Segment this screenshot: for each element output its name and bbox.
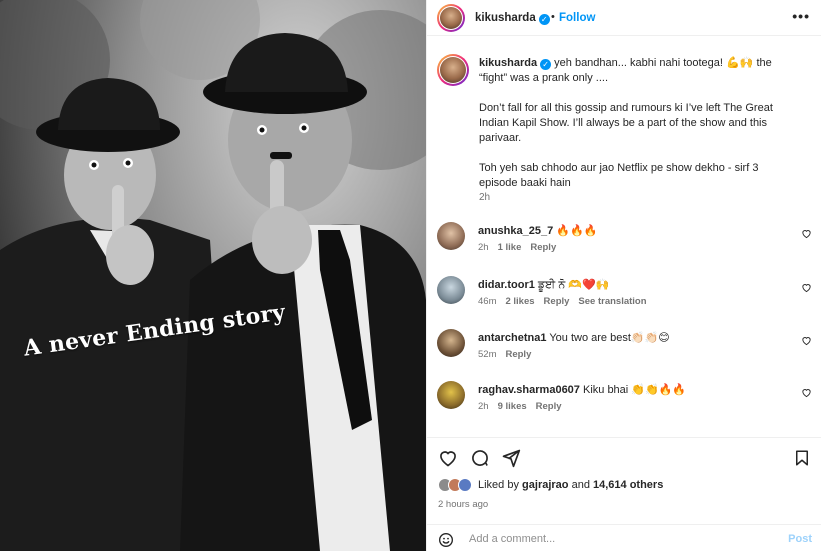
bookmark-icon[interactable]	[793, 448, 811, 468]
comment-item: antarchetna1 You two are best👏🏻👏🏻😊 52m Re…	[427, 329, 821, 373]
comment-text: antarchetna1 You two are best👏🏻👏🏻😊	[478, 332, 670, 344]
send-icon[interactable]	[501, 448, 521, 468]
comment-like-heart-icon[interactable]	[801, 228, 812, 239]
post-header: kikusharda ✓ • Follow •••	[427, 0, 821, 36]
comment-text: anushka_25_7 🔥🔥🔥	[478, 225, 598, 237]
author-username[interactable]: kikusharda ✓	[475, 12, 550, 25]
post-timestamp: 2 hours ago	[438, 499, 489, 510]
caption-author-avatar[interactable]	[437, 54, 469, 86]
liked-by-username[interactable]: gajrajrao	[522, 479, 568, 491]
comment-likes[interactable]: 1 like	[498, 242, 522, 253]
comment-time: 46m	[478, 296, 497, 307]
comment-item: anushka_25_7 🔥🔥🔥 2h 1 like Reply	[427, 222, 821, 266]
more-options-icon[interactable]: •••	[792, 8, 810, 24]
post-actions-bar	[427, 437, 821, 477]
comment-meta: 52m Reply	[478, 349, 540, 360]
comment-meta: 2h 9 likes Reply	[478, 401, 571, 412]
commenter-avatar[interactable]	[437, 381, 465, 409]
comment-time: 2h	[478, 401, 489, 412]
commenter-username[interactable]: anushka_25_7	[478, 225, 553, 237]
comment-like-heart-icon[interactable]	[801, 282, 812, 293]
verified-badge-icon: ✓	[540, 59, 552, 70]
comment-input[interactable]	[469, 529, 759, 549]
caption-line-2: Don’t fall for all this gossip and rumou…	[479, 102, 773, 144]
commenter-username[interactable]: antarchetna1	[478, 332, 546, 344]
likes-text[interactable]: Liked by gajrajrao and 14,614 others	[478, 479, 663, 491]
reply-button[interactable]: Reply	[530, 242, 556, 253]
likes-summary: Liked by gajrajrao and 14,614 others	[438, 478, 663, 492]
verified-badge-icon: ✓	[538, 14, 550, 25]
reply-button[interactable]: Reply	[544, 296, 570, 307]
comment-text: raghav.sharma0607 Kiku bhai 👏👏🔥🔥	[478, 384, 687, 396]
comment-meta: 2h 1 like Reply	[478, 242, 565, 253]
author-avatar[interactable]	[437, 4, 465, 32]
caption-username[interactable]: kikusharda	[479, 57, 537, 69]
commenter-avatar[interactable]	[437, 222, 465, 250]
follow-button[interactable]: Follow	[559, 12, 595, 24]
commenter-avatar[interactable]	[437, 276, 465, 304]
heart-icon[interactable]	[438, 448, 458, 468]
commenter-avatar[interactable]	[437, 329, 465, 357]
comment-like-heart-icon[interactable]	[801, 387, 812, 398]
comment-likes[interactable]: 2 likes	[505, 296, 534, 307]
reply-button[interactable]: Reply	[536, 401, 562, 412]
commenter-username[interactable]: raghav.sharma0607	[478, 384, 580, 396]
smiley-icon[interactable]	[438, 532, 454, 548]
liker-avatar[interactable]	[458, 478, 472, 492]
comment-item: didar.toor1 ਡੂਈ ਨੋ 🫶❤️🙌 46m 2 likes Reply S…	[427, 276, 821, 320]
caption-timestamp: 2h	[479, 192, 491, 203]
add-comment-bar: Post	[427, 524, 821, 551]
post-photo-illustration	[0, 0, 426, 551]
comment-time: 52m	[478, 349, 497, 360]
comment-time: 2h	[478, 242, 489, 253]
reply-button[interactable]: Reply	[505, 349, 531, 360]
comment-meta: 46m 2 likes Reply See translation	[478, 296, 656, 307]
comment-like-heart-icon[interactable]	[801, 335, 812, 346]
separator-dot: •	[551, 11, 555, 23]
likes-count[interactable]: 14,614 others	[593, 479, 663, 491]
comment-item: raghav.sharma0607 Kiku bhai 👏👏🔥🔥 2h 9 lik…	[427, 381, 821, 425]
comment-text: didar.toor1 ਡੂਈ ਨੋ 🫶❤️🙌	[478, 279, 610, 291]
post-image[interactable]: A never Ending story	[0, 0, 426, 551]
caption-text: kikusharda ✓ yeh bandhan... kabhi nahi to…	[479, 56, 799, 206]
caption-line-3: Toh yeh sab chhodo aur jao Netflix pe sh…	[479, 162, 759, 189]
commenter-username[interactable]: didar.toor1	[478, 279, 535, 291]
see-translation-link[interactable]: See translation	[578, 296, 646, 307]
post-details-panel: kikusharda ✓ • Follow ••• kikusharda ✓ yeh…	[426, 0, 821, 551]
comment-likes[interactable]: 9 likes	[498, 401, 527, 412]
post-comment-button[interactable]: Post	[788, 533, 812, 545]
comment-icon[interactable]	[470, 448, 490, 468]
